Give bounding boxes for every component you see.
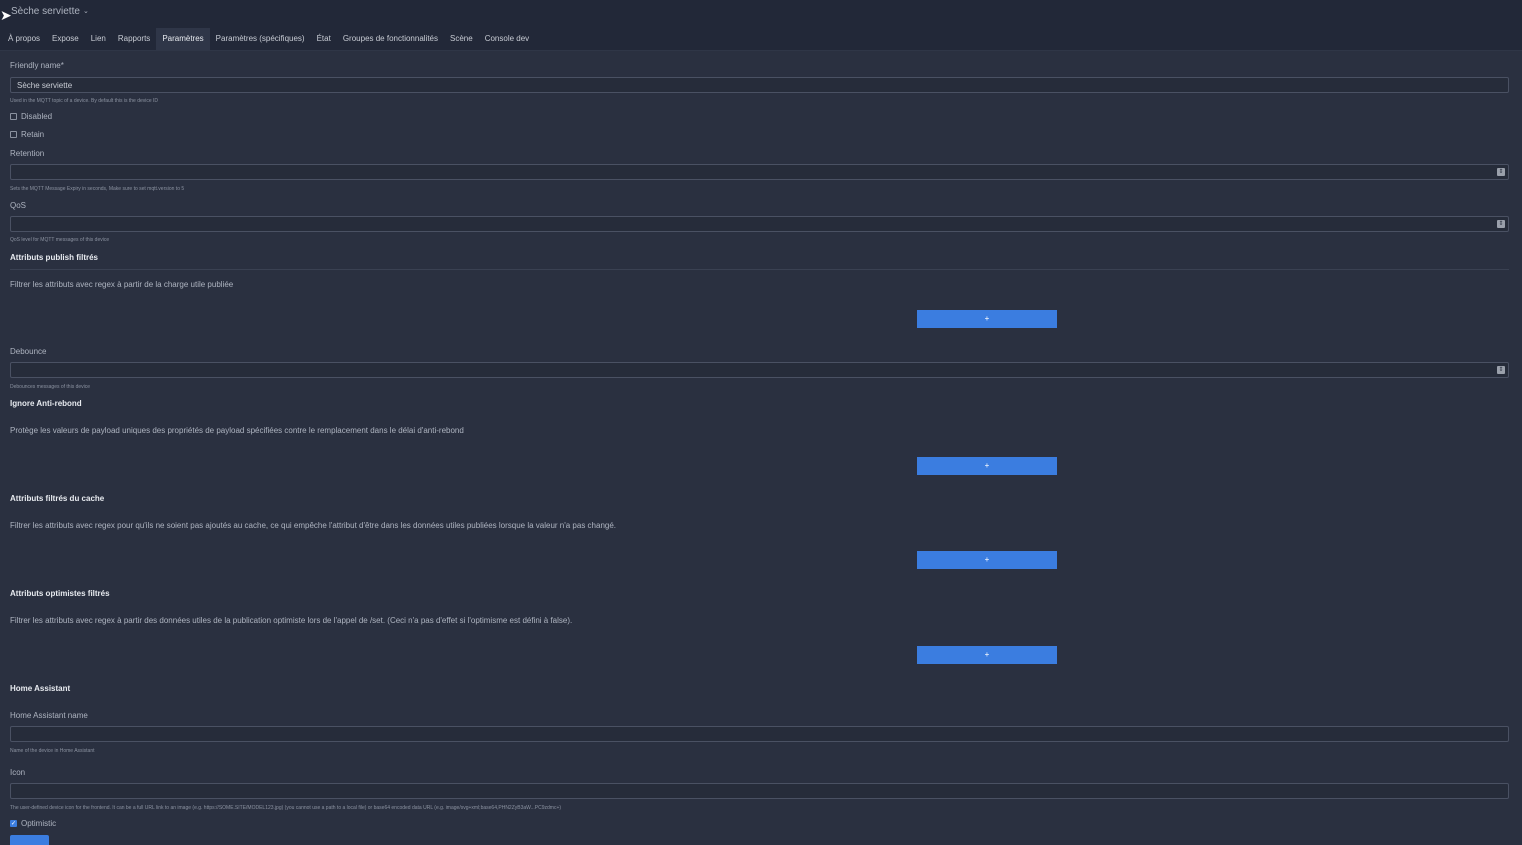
- divider: [10, 269, 1509, 270]
- ha-name-input[interactable]: [10, 726, 1509, 742]
- tab-scene[interactable]: Scène: [444, 28, 479, 50]
- add-debounce-ignore-button[interactable]: +: [917, 457, 1057, 475]
- friendly-name-input[interactable]: [10, 77, 1509, 93]
- retention-input[interactable]: ⇕: [10, 164, 1509, 180]
- filtered-cache-title: Attributs filtrés du cache: [10, 494, 105, 503]
- icon-input[interactable]: [10, 783, 1509, 799]
- retention-label: Retention: [10, 149, 45, 158]
- qos-help: QoS level for MQTT messages of this devi…: [10, 237, 110, 243]
- icon-help: The user-defined device icon for the fro…: [10, 805, 562, 811]
- optimistic-label: Optimistic: [21, 819, 57, 828]
- save-button[interactable]: [10, 835, 49, 845]
- stepper-icon[interactable]: ⇕: [1497, 168, 1505, 176]
- ha-name-label: Home Assistant name: [10, 711, 88, 720]
- stepper-icon[interactable]: ⇕: [1497, 366, 1505, 374]
- device-header: Sèche serviette ⌄: [0, 0, 1522, 22]
- filtered-optimistic-desc: Filtrer les attributs avec regex à parti…: [10, 616, 573, 625]
- friendly-name-help: Used in the MQTT topic of a device. By d…: [10, 98, 159, 104]
- friendly-name-label: Friendly name*: [10, 61, 64, 70]
- add-filtered-publish-button[interactable]: +: [917, 310, 1057, 328]
- icon-label: Icon: [10, 768, 26, 777]
- mouse-cursor-icon: ➤: [0, 7, 12, 23]
- tab-bind[interactable]: Lien: [85, 28, 112, 50]
- optimistic-checkbox[interactable]: ✓ Optimistic: [10, 819, 56, 828]
- retention-help: Sets the MQTT Message Expiry in seconds,…: [10, 186, 185, 192]
- tab-exposes[interactable]: Expose: [46, 28, 85, 50]
- filtered-cache-desc: Filtrer les attributs avec regex pour qu…: [10, 521, 617, 530]
- filtered-publish-title: Attributs publish filtrés: [10, 253, 98, 262]
- add-filtered-cache-button[interactable]: +: [917, 551, 1057, 569]
- add-filtered-optimistic-button[interactable]: +: [917, 646, 1057, 664]
- disabled-checkbox-box[interactable]: [10, 113, 17, 120]
- disabled-checkbox[interactable]: Disabled: [10, 112, 52, 121]
- retain-checkbox-box[interactable]: [10, 131, 17, 138]
- disabled-label: Disabled: [21, 112, 53, 121]
- debounce-input[interactable]: ⇕: [10, 362, 1509, 378]
- stepper-icon[interactable]: ⇕: [1497, 220, 1505, 228]
- filtered-optimistic-title: Attributs optimistes filtrés: [10, 589, 110, 598]
- debounce-ignore-title: Ignore Anti-rebond: [10, 399, 82, 408]
- device-name[interactable]: Sèche serviette: [11, 6, 80, 17]
- qos-input[interactable]: ⇕: [10, 216, 1509, 232]
- ha-name-help: Name of the device in Home Assistant: [10, 748, 95, 754]
- tab-settings[interactable]: Paramètres: [156, 28, 210, 50]
- tab-settings-specific[interactable]: Paramètres (spécifiques): [210, 28, 311, 50]
- debounce-label: Debounce: [10, 347, 47, 356]
- tab-dev-console[interactable]: Console dev: [479, 28, 535, 50]
- debounce-help: Debounces messages of this device: [10, 384, 91, 390]
- home-assistant-title: Home Assistant: [10, 684, 71, 693]
- chevron-down-icon[interactable]: ⌄: [83, 7, 89, 15]
- retain-label: Retain: [21, 130, 45, 139]
- tab-about[interactable]: À propos: [2, 28, 46, 50]
- tab-state[interactable]: État: [311, 28, 337, 50]
- retain-checkbox[interactable]: Retain: [10, 130, 44, 139]
- tab-reporting[interactable]: Rapports: [112, 28, 156, 50]
- qos-label: QoS: [10, 201, 27, 210]
- tab-bar: À propos Expose Lien Rapports Paramètres…: [0, 22, 1522, 51]
- checkmark-icon[interactable]: ✓: [10, 820, 17, 827]
- debounce-ignore-desc: Protège les valeurs de payload uniques d…: [10, 426, 464, 435]
- tab-feature-groups[interactable]: Groupes de fonctionnalités: [337, 28, 444, 50]
- filtered-publish-desc: Filtrer les attributs avec regex à parti…: [10, 280, 234, 289]
